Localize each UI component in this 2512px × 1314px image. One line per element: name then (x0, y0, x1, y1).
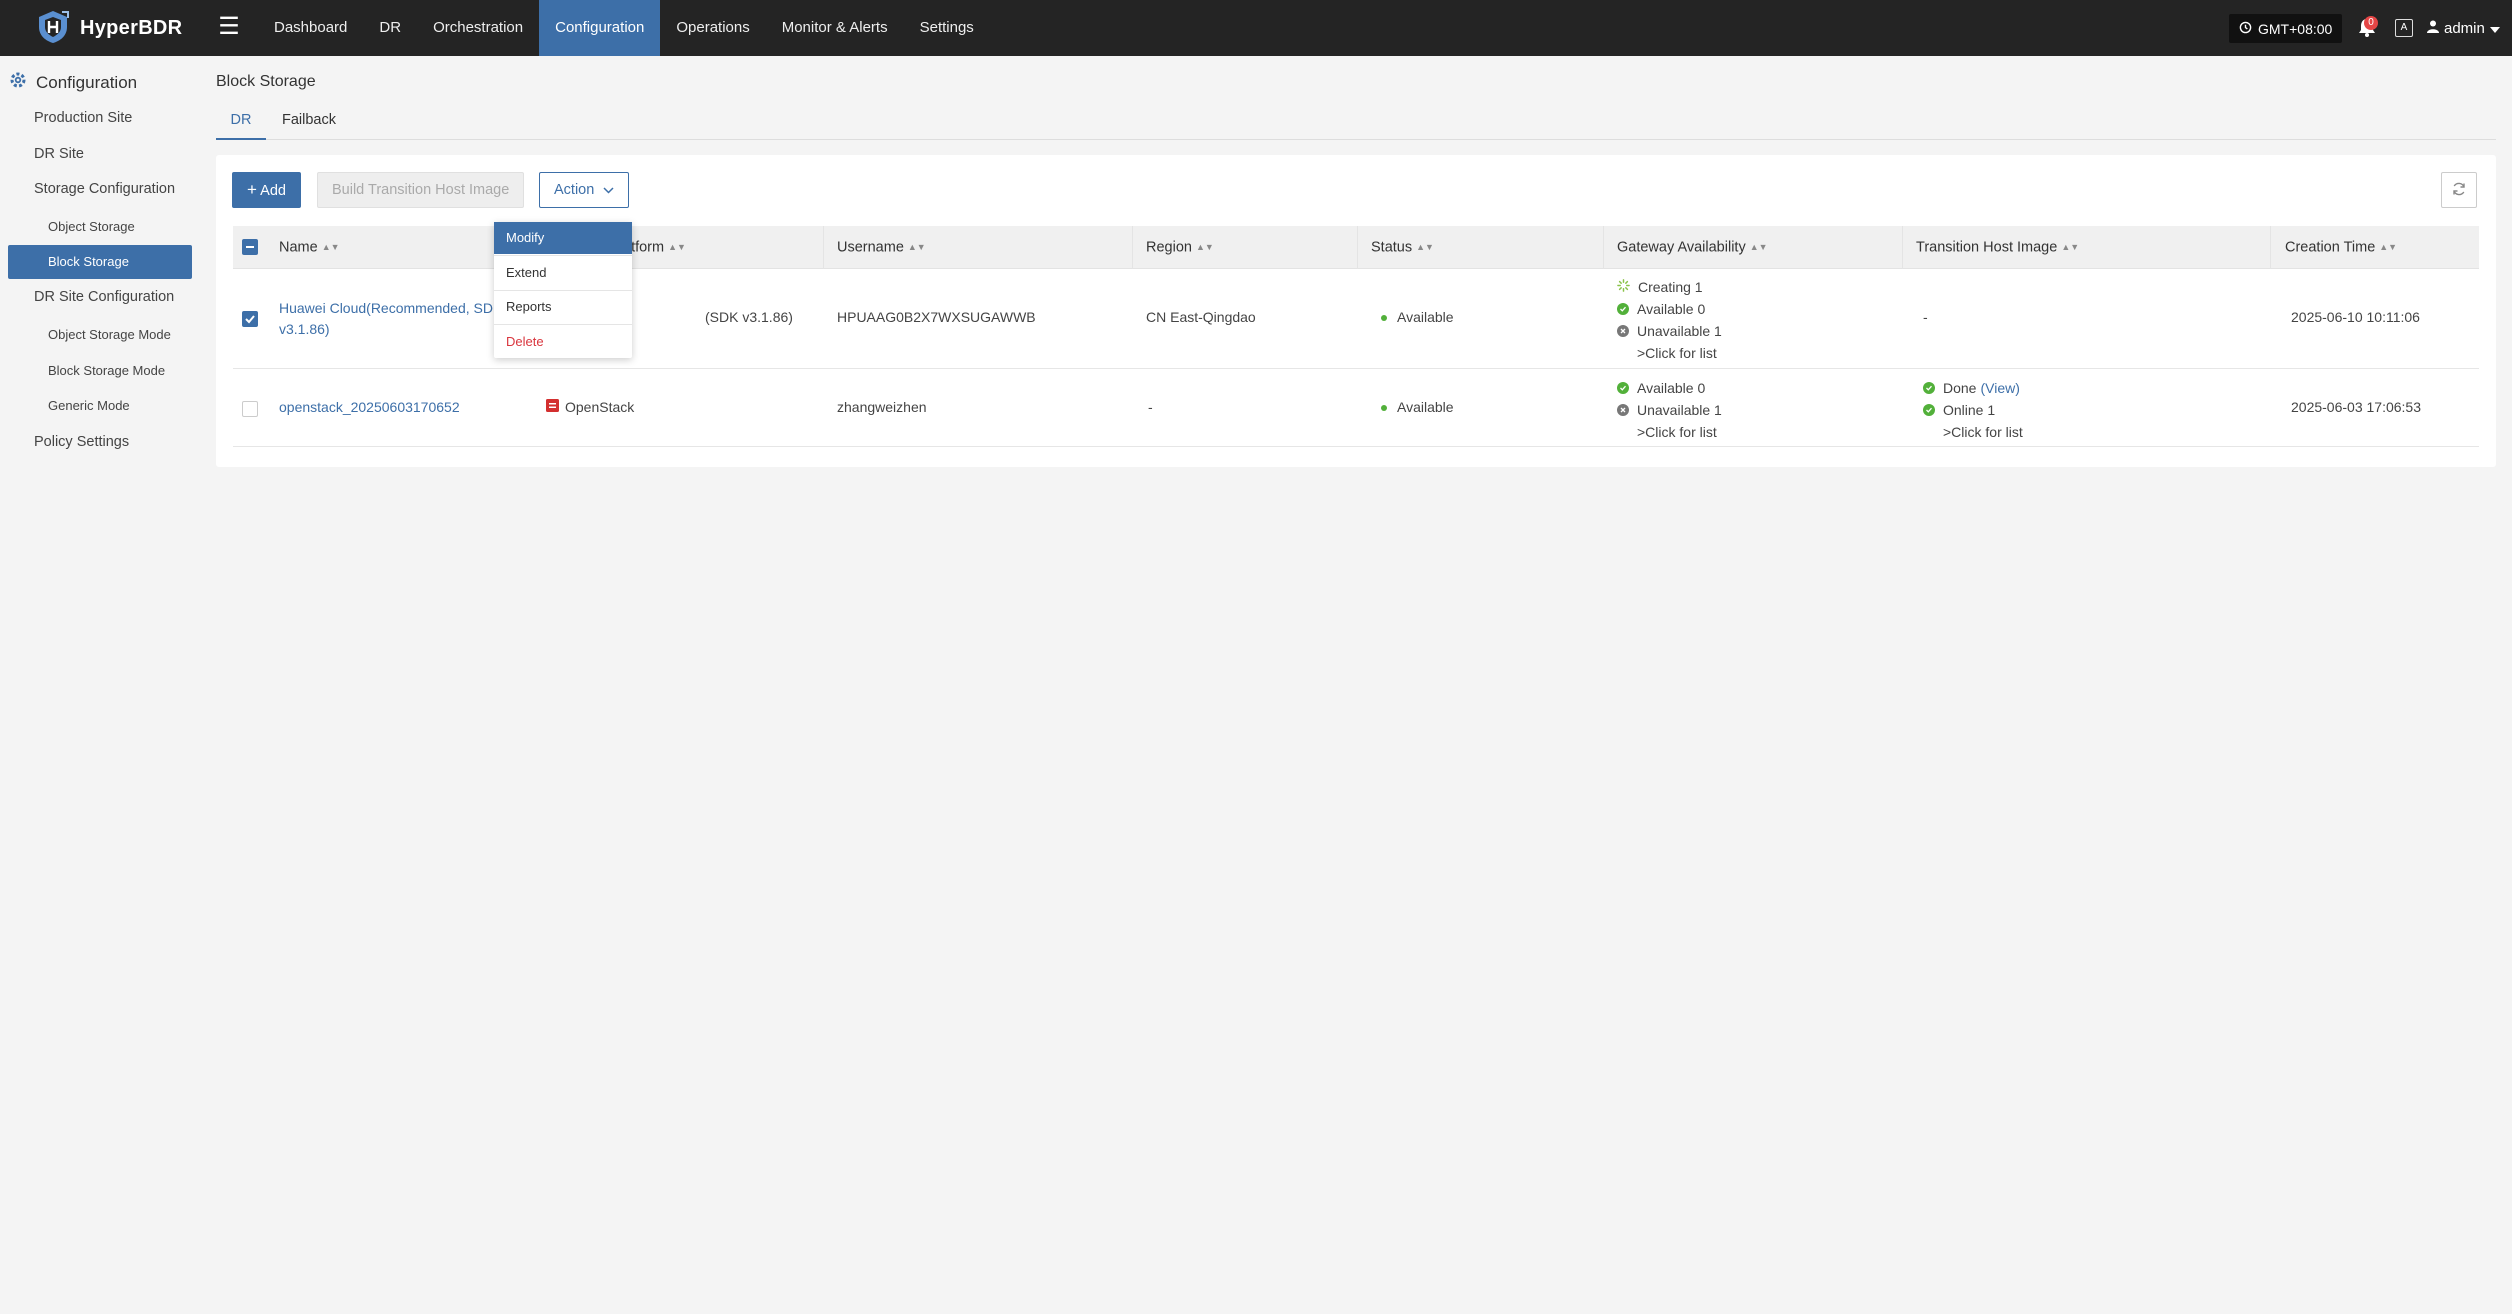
status-dot-icon (1381, 315, 1387, 322)
user-icon (2427, 20, 2439, 37)
notification-badge: 0 (2364, 16, 2378, 30)
action-dropdown-button[interactable]: Action (539, 172, 630, 208)
menu-toggle-icon[interactable]: ☰ (216, 14, 242, 40)
column-transition-host-image[interactable]: Transition Host Image ▲▼ (1916, 226, 2079, 269)
column-platform[interactable]: atform ▲▼ (623, 226, 686, 269)
row-creation-time: 2025-06-03 17:06:53 (2291, 399, 2421, 415)
refresh-icon (2451, 181, 2467, 200)
sidebar-item-block-storage-mode[interactable]: Block Storage Mode (48, 363, 165, 378)
menu-item-modify[interactable]: Modify (494, 222, 632, 254)
nav-orchestration[interactable]: Orchestration (417, 0, 539, 56)
add-button[interactable]: + Add (232, 172, 301, 208)
sidebar-item-object-storage-mode[interactable]: Object Storage Mode (48, 327, 171, 342)
menu-item-extend[interactable]: Extend (494, 257, 632, 289)
close-circle-icon (1617, 325, 1629, 337)
check-circle-icon (1617, 382, 1629, 394)
row-creation-time: 2025-06-10 10:11:06 (2291, 309, 2420, 325)
caret-down-icon (2489, 20, 2500, 37)
row-checkbox[interactable] (242, 311, 258, 327)
row-username: HPUAAG0B2X7WXSUGAWWB (837, 309, 1036, 325)
row-region: - (1148, 399, 1153, 415)
top-bar: HyperBDR ☰ Dashboard DR Orchestration Co… (0, 0, 2512, 56)
sidebar-root-label: Configuration (36, 72, 138, 92)
main-nav: Dashboard DR Orchestration Configuration… (258, 0, 990, 56)
column-status[interactable]: Status ▲▼ (1371, 226, 1434, 269)
column-gateway-availability[interactable]: Gateway Availability ▲▼ (1617, 226, 1768, 269)
spinner-icon (1617, 279, 1630, 295)
row-gateway-availability: Available 0 Unavailable 1 >Click for lis… (1617, 377, 1722, 443)
sidebar-item-block-storage[interactable]: Block Storage (8, 245, 192, 279)
user-name: admin (2444, 19, 2485, 37)
check-circle-icon (1923, 404, 1935, 416)
nav-dashboard[interactable]: Dashboard (258, 0, 363, 56)
column-creation-time[interactable]: Creation Time ▲▼ (2285, 226, 2397, 269)
sidebar-item-dr-site[interactable]: DR Site (34, 146, 84, 162)
user-menu[interactable]: admin (2427, 16, 2500, 40)
timezone-label: GMT+08:00 (2258, 20, 2333, 37)
sidebar-item-policy-settings[interactable]: Policy Settings (34, 434, 129, 450)
sidebar-item-generic-mode[interactable]: Generic Mode (48, 398, 130, 413)
nav-operations[interactable]: Operations (660, 0, 765, 56)
tab-dr[interactable]: DR (216, 112, 266, 140)
row-transition-host-image: - (1923, 309, 1928, 325)
gateway-list-link[interactable]: >Click for list (1617, 421, 1722, 443)
table-row[interactable]: openstack_20250603170652 OpenStack zhang… (233, 370, 2479, 447)
row-transition-host-image: Done (View) Online 1 >Click for list (1923, 377, 2023, 443)
row-status: Available (1381, 309, 1454, 325)
status-dot-icon (1381, 405, 1387, 412)
column-region[interactable]: Region ▲▼ (1146, 226, 1214, 269)
row-name-link[interactable]: Huawei Cloud(Recommended, SDK v3.1.86) (279, 298, 502, 340)
chevron-down-icon (598, 182, 614, 198)
row-gateway-availability: Creating 1 Available 0 Unavailable 1 >Cl… (1617, 276, 1722, 364)
sidebar-item-production-site[interactable]: Production Site (34, 110, 132, 126)
view-image-link[interactable]: (View) (1980, 380, 2019, 396)
app-name: HyperBDR (80, 16, 183, 39)
check-circle-icon (1923, 382, 1935, 394)
sidebar-item-storage-configuration[interactable]: Storage Configuration (34, 181, 175, 197)
check-circle-icon (1617, 303, 1629, 315)
sidebar-item-object-storage[interactable]: Object Storage (48, 219, 135, 234)
row-name-link[interactable]: openstack_20250603170652 (279, 399, 460, 415)
row-platform: (SDK v3.1.86) (705, 309, 793, 325)
brand[interactable]: HyperBDR (36, 10, 182, 46)
plus-icon: + (247, 180, 257, 199)
row-status: Available (1381, 399, 1454, 415)
transition-list-link[interactable]: >Click for list (1923, 421, 2023, 443)
menu-item-reports[interactable]: Reports (494, 291, 632, 323)
close-circle-icon (1617, 404, 1629, 416)
build-transition-host-image-button[interactable]: Build Transition Host Image (317, 172, 525, 208)
row-region: CN East-Qingdao (1146, 309, 1256, 325)
hyperbdr-logo-icon (36, 9, 70, 48)
language-icon[interactable]: A (2395, 19, 2413, 37)
column-name[interactable]: Name ▲▼ (279, 226, 340, 269)
nav-dr[interactable]: DR (363, 0, 417, 56)
openstack-logo-icon (546, 399, 559, 415)
nav-configuration[interactable]: Configuration (539, 0, 661, 56)
row-checkbox[interactable] (242, 401, 258, 417)
sidebar-root[interactable]: Configuration (8, 70, 137, 95)
row-username: zhangweizhen (837, 399, 927, 415)
row-platform: OpenStack (546, 399, 634, 415)
sidebar-item-dr-site-configuration[interactable]: DR Site Configuration (34, 289, 174, 305)
refresh-button[interactable] (2441, 172, 2477, 208)
gear-icon (8, 70, 28, 95)
column-username[interactable]: Username ▲▼ (837, 226, 926, 269)
page-title: Block Storage (216, 73, 316, 90)
nav-monitor-alerts[interactable]: Monitor & Alerts (766, 0, 904, 56)
action-menu: Modify Extend Reports Delete (494, 222, 632, 358)
tab-failback[interactable]: Failback (282, 112, 336, 140)
tab-bar: DR Failback (216, 110, 2496, 140)
select-all-checkbox[interactable] (242, 239, 258, 255)
nav-settings[interactable]: Settings (904, 0, 990, 56)
clock-icon (2239, 21, 2252, 37)
timezone-indicator[interactable]: GMT+08:00 (2229, 14, 2343, 43)
gateway-list-link[interactable]: >Click for list (1617, 342, 1722, 364)
menu-item-delete[interactable]: Delete (494, 326, 632, 358)
